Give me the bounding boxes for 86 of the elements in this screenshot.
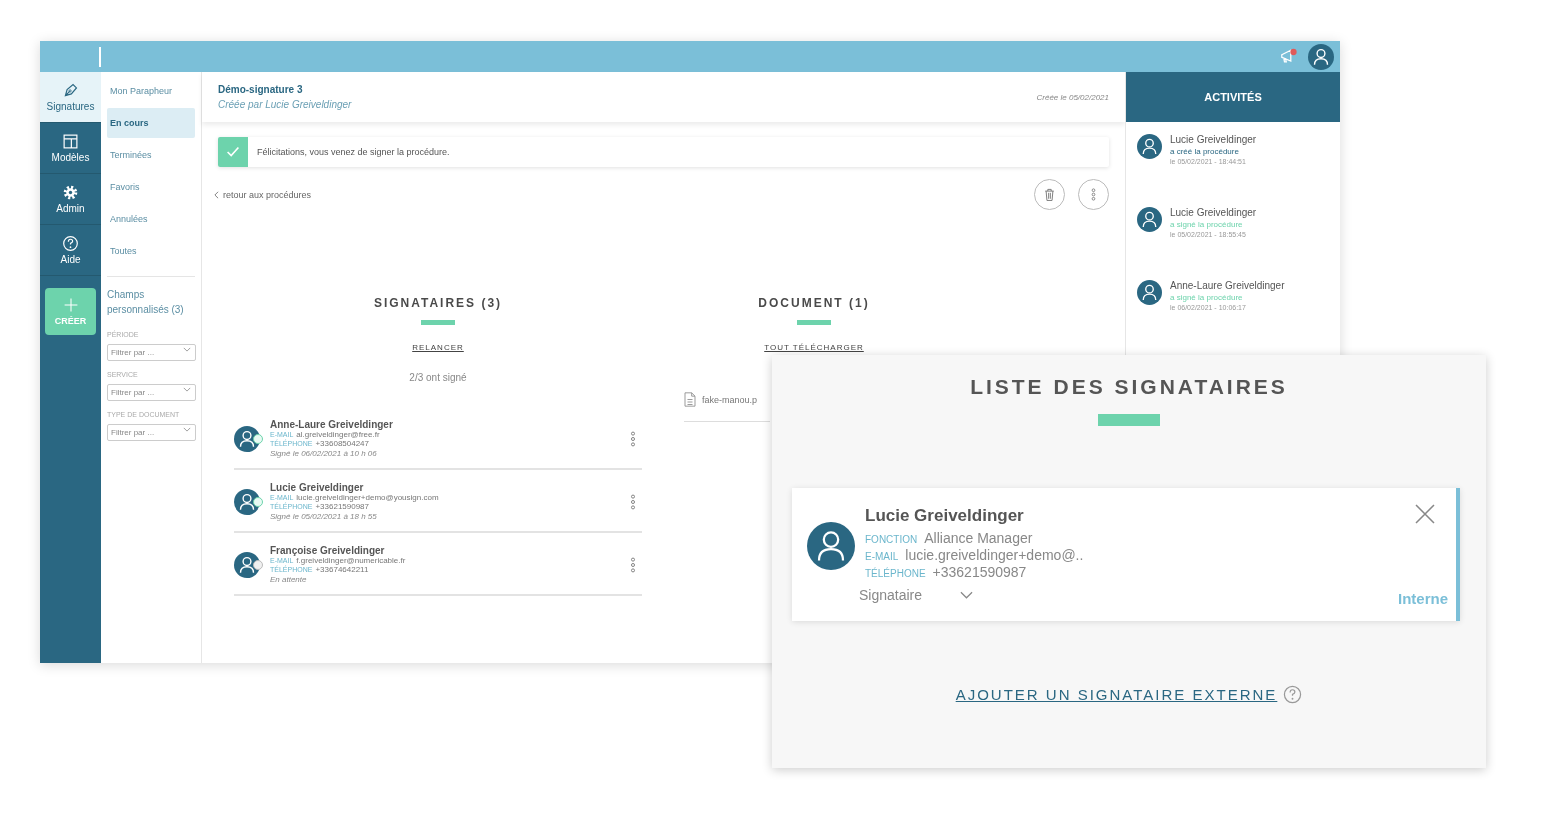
more-vertical-icon[interactable] [630,492,636,511]
filter-dropdown[interactable]: Filtrer par ... [107,424,196,441]
signer-phone: +33608504247 [315,439,370,448]
role-dropdown[interactable]: Signataire [859,587,979,603]
document-icon [684,392,696,407]
chevron-down-icon [183,427,191,432]
rail-nav-item[interactable]: Modèles [40,123,101,174]
activity-user: Anne-Laure Greiveldinger [1170,280,1285,291]
subnav-item[interactable]: Favoris [107,172,195,202]
section-title: DOCUMENT (1) [758,296,870,310]
user-avatar-icon [1137,207,1162,232]
section-title: SIGNATAIRES (3) [373,296,503,310]
user-avatar-icon [234,488,260,515]
chevron-down-icon [183,387,191,392]
field-value: +33621590987 [932,564,1027,580]
delete-button[interactable] [1034,179,1065,210]
check-icon [218,137,248,167]
user-avatar-icon [234,551,260,578]
activity-action: a signé la procédure [1170,293,1244,302]
signature-status: Signé le 05/02/2021 à 18 h 55 [270,512,378,521]
signer-email: f.greiveldinger@numericable.fr [296,556,406,565]
layout-icon [62,133,79,150]
title-underline [421,320,455,325]
settings-icon [62,184,79,201]
plus-icon [62,297,79,313]
rail-nav-item[interactable]: Aide [40,225,101,276]
rail-nav-item[interactable]: Signatures [40,72,101,123]
subnav-item[interactable]: Terminées [107,140,195,170]
activity-action: a créé la procédure [1170,147,1240,156]
filter-dropdown[interactable]: Filtrer par ... [107,384,196,401]
filter-dropdown[interactable]: Filtrer par ... [107,344,196,361]
signer-name: Françoise Greiveldinger [270,545,386,556]
help-icon [62,235,79,252]
chevron-down-icon [183,347,191,352]
signer-type-label: Interne [1398,590,1448,607]
chevron-left-icon [214,190,219,199]
signer-name: Lucie Greiveldinger [865,506,1025,526]
user-avatar-icon[interactable] [1308,43,1334,70]
pen-icon [62,82,79,99]
user-avatar-icon [1137,134,1162,159]
title-underline [797,320,831,325]
title-underline [1098,414,1160,426]
download-all-link[interactable]: TOUT TÉLÉCHARGER [764,343,864,352]
field-value: Alliance Manager [924,530,1033,546]
activity-action: a signé la procédure [1170,220,1244,229]
more-vertical-icon[interactable] [630,555,636,574]
creation-date: Créée le 05/02/2021 [1036,92,1109,102]
signer-email: al.greiveldinger@free.fr [296,430,380,439]
signature-status: Signé le 06/02/2021 à 10 h 06 [270,449,378,458]
signer-phone: +33621590987 [315,502,370,511]
signer-name: Lucie Greiveldinger [270,482,365,493]
add-external-signer-link[interactable]: AJOUTER UN SIGNATAIRE EXTERNE [955,686,1278,703]
alert-message: Félicitations, vous venez de signer la procédure. [257,147,450,157]
signature-status: En attente [270,575,308,584]
signed-summary: 2/3 ont signé [409,372,467,383]
signer-phone: +33674642211 [315,565,369,574]
subnav-item[interactable]: Toutes [107,236,195,266]
more-button[interactable] [1078,179,1109,210]
megaphone-icon[interactable] [1280,48,1298,65]
activity-user: Lucie Greiveldinger [1170,134,1257,145]
panel-title: LISTE DES SIGNATAIRES [970,375,1288,399]
field-label: TÉLÉPHONE [865,568,926,579]
chevron-down-icon [960,591,974,599]
rail-nav-item[interactable]: Admin [40,174,101,225]
back-link[interactable]: retour aux procédures [214,189,312,200]
user-avatar-icon [234,425,260,452]
remind-link[interactable]: RELANCER [412,343,464,352]
activities-title: ACTIVITÉS [1204,91,1262,103]
field-label: FONCTION [865,534,918,545]
field-label: E-MAIL [865,551,899,562]
subnav-item[interactable]: En cours [107,108,195,138]
activity-user: Lucie Greiveldinger [1170,207,1257,218]
procedure-author: Créée par Lucie Greiveldinger [218,99,352,110]
help-icon[interactable] [1283,685,1303,704]
procedure-title: Démo-signature 3 [218,84,304,95]
subnav-item[interactable]: Mon Parapheur [107,76,195,106]
signer-name: Anne-Laure Greiveldinger [270,419,394,430]
subnav-item[interactable]: Annulées [107,204,195,234]
file-name[interactable]: fake-manou.p [702,394,758,405]
custom-fields-link[interactable]: Champs personnalisés (3) [107,287,195,317]
more-vertical-icon[interactable] [630,429,636,448]
close-button[interactable] [1414,504,1436,526]
signer-email: lucie.greiveldinger+demo@yousign.com [296,493,439,502]
field-value: lucie.greiveldinger+demo@.. [905,547,1084,563]
user-avatar-icon [807,522,855,570]
user-avatar-icon [1137,280,1162,305]
